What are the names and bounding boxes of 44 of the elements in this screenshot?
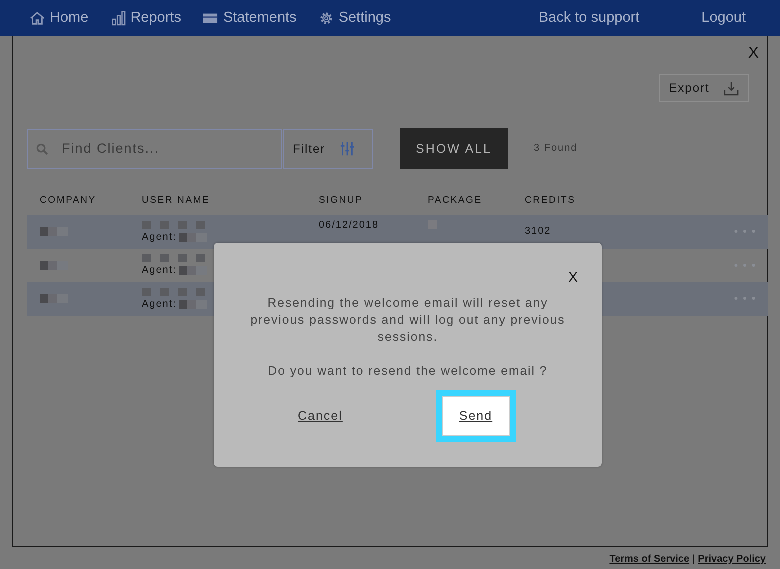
column-header: PACKAGE [428,194,484,206]
nav-link[interactable]: Back to support [538,10,640,26]
dialog-message: Resending the welcome email will reset any previous passwords and will log out any previous sessions. [250,295,566,346]
results-count: 3 Found [534,143,578,154]
nav-link[interactable]: Home [30,10,89,26]
agent-label: Agent: [142,232,177,243]
sliders-icon [340,140,355,156]
more-icon[interactable] [734,296,756,302]
column-header: CREDITS [525,194,577,206]
nav-link[interactable]: Logout [702,10,746,26]
terms-link[interactable]: Terms of Service [610,554,690,565]
search-icon [36,142,49,156]
more-icon[interactable] [734,229,756,234]
close-button[interactable]: X [748,45,759,63]
redacted-block [40,260,68,270]
export-button[interactable]: Export [659,74,749,102]
bar-chart-icon [110,10,126,26]
privacy-link[interactable]: Privacy Policy [698,554,766,565]
column-header: USER NAME [142,194,212,206]
dialog-question: Do you want to resend the welcome email ? [268,363,548,380]
redacted-block [40,227,68,236]
redacted-block [178,300,207,309]
nav-link[interactable]: Statements [203,10,297,26]
redacted-block [178,232,207,242]
link-separator: | [692,554,696,565]
nav-link[interactable]: Settings [318,10,392,26]
download-icon [724,80,739,96]
filter-button[interactable]: Filter [283,128,373,168]
agent-label: Agent: [142,265,177,276]
home-icon [30,10,45,26]
show-all-button[interactable]: SHOW ALL [400,128,508,169]
credits-value: 3102 [525,226,552,238]
nav-link[interactable]: Reports [110,10,182,26]
more-icon[interactable] [734,262,756,268]
column-header: SIGNUP [319,194,364,206]
agent-label: Agent: [142,298,177,310]
close-button[interactable]: X [568,269,582,289]
redacted-block [40,294,68,304]
column-header: COMPANY [40,194,98,206]
signup-date: 06/12/2018 [319,220,380,232]
cancel-link[interactable]: Cancel [298,409,343,423]
settings-icon [318,10,334,26]
redacted-block [178,266,207,276]
search-field[interactable]: Find Clients... [27,128,282,168]
